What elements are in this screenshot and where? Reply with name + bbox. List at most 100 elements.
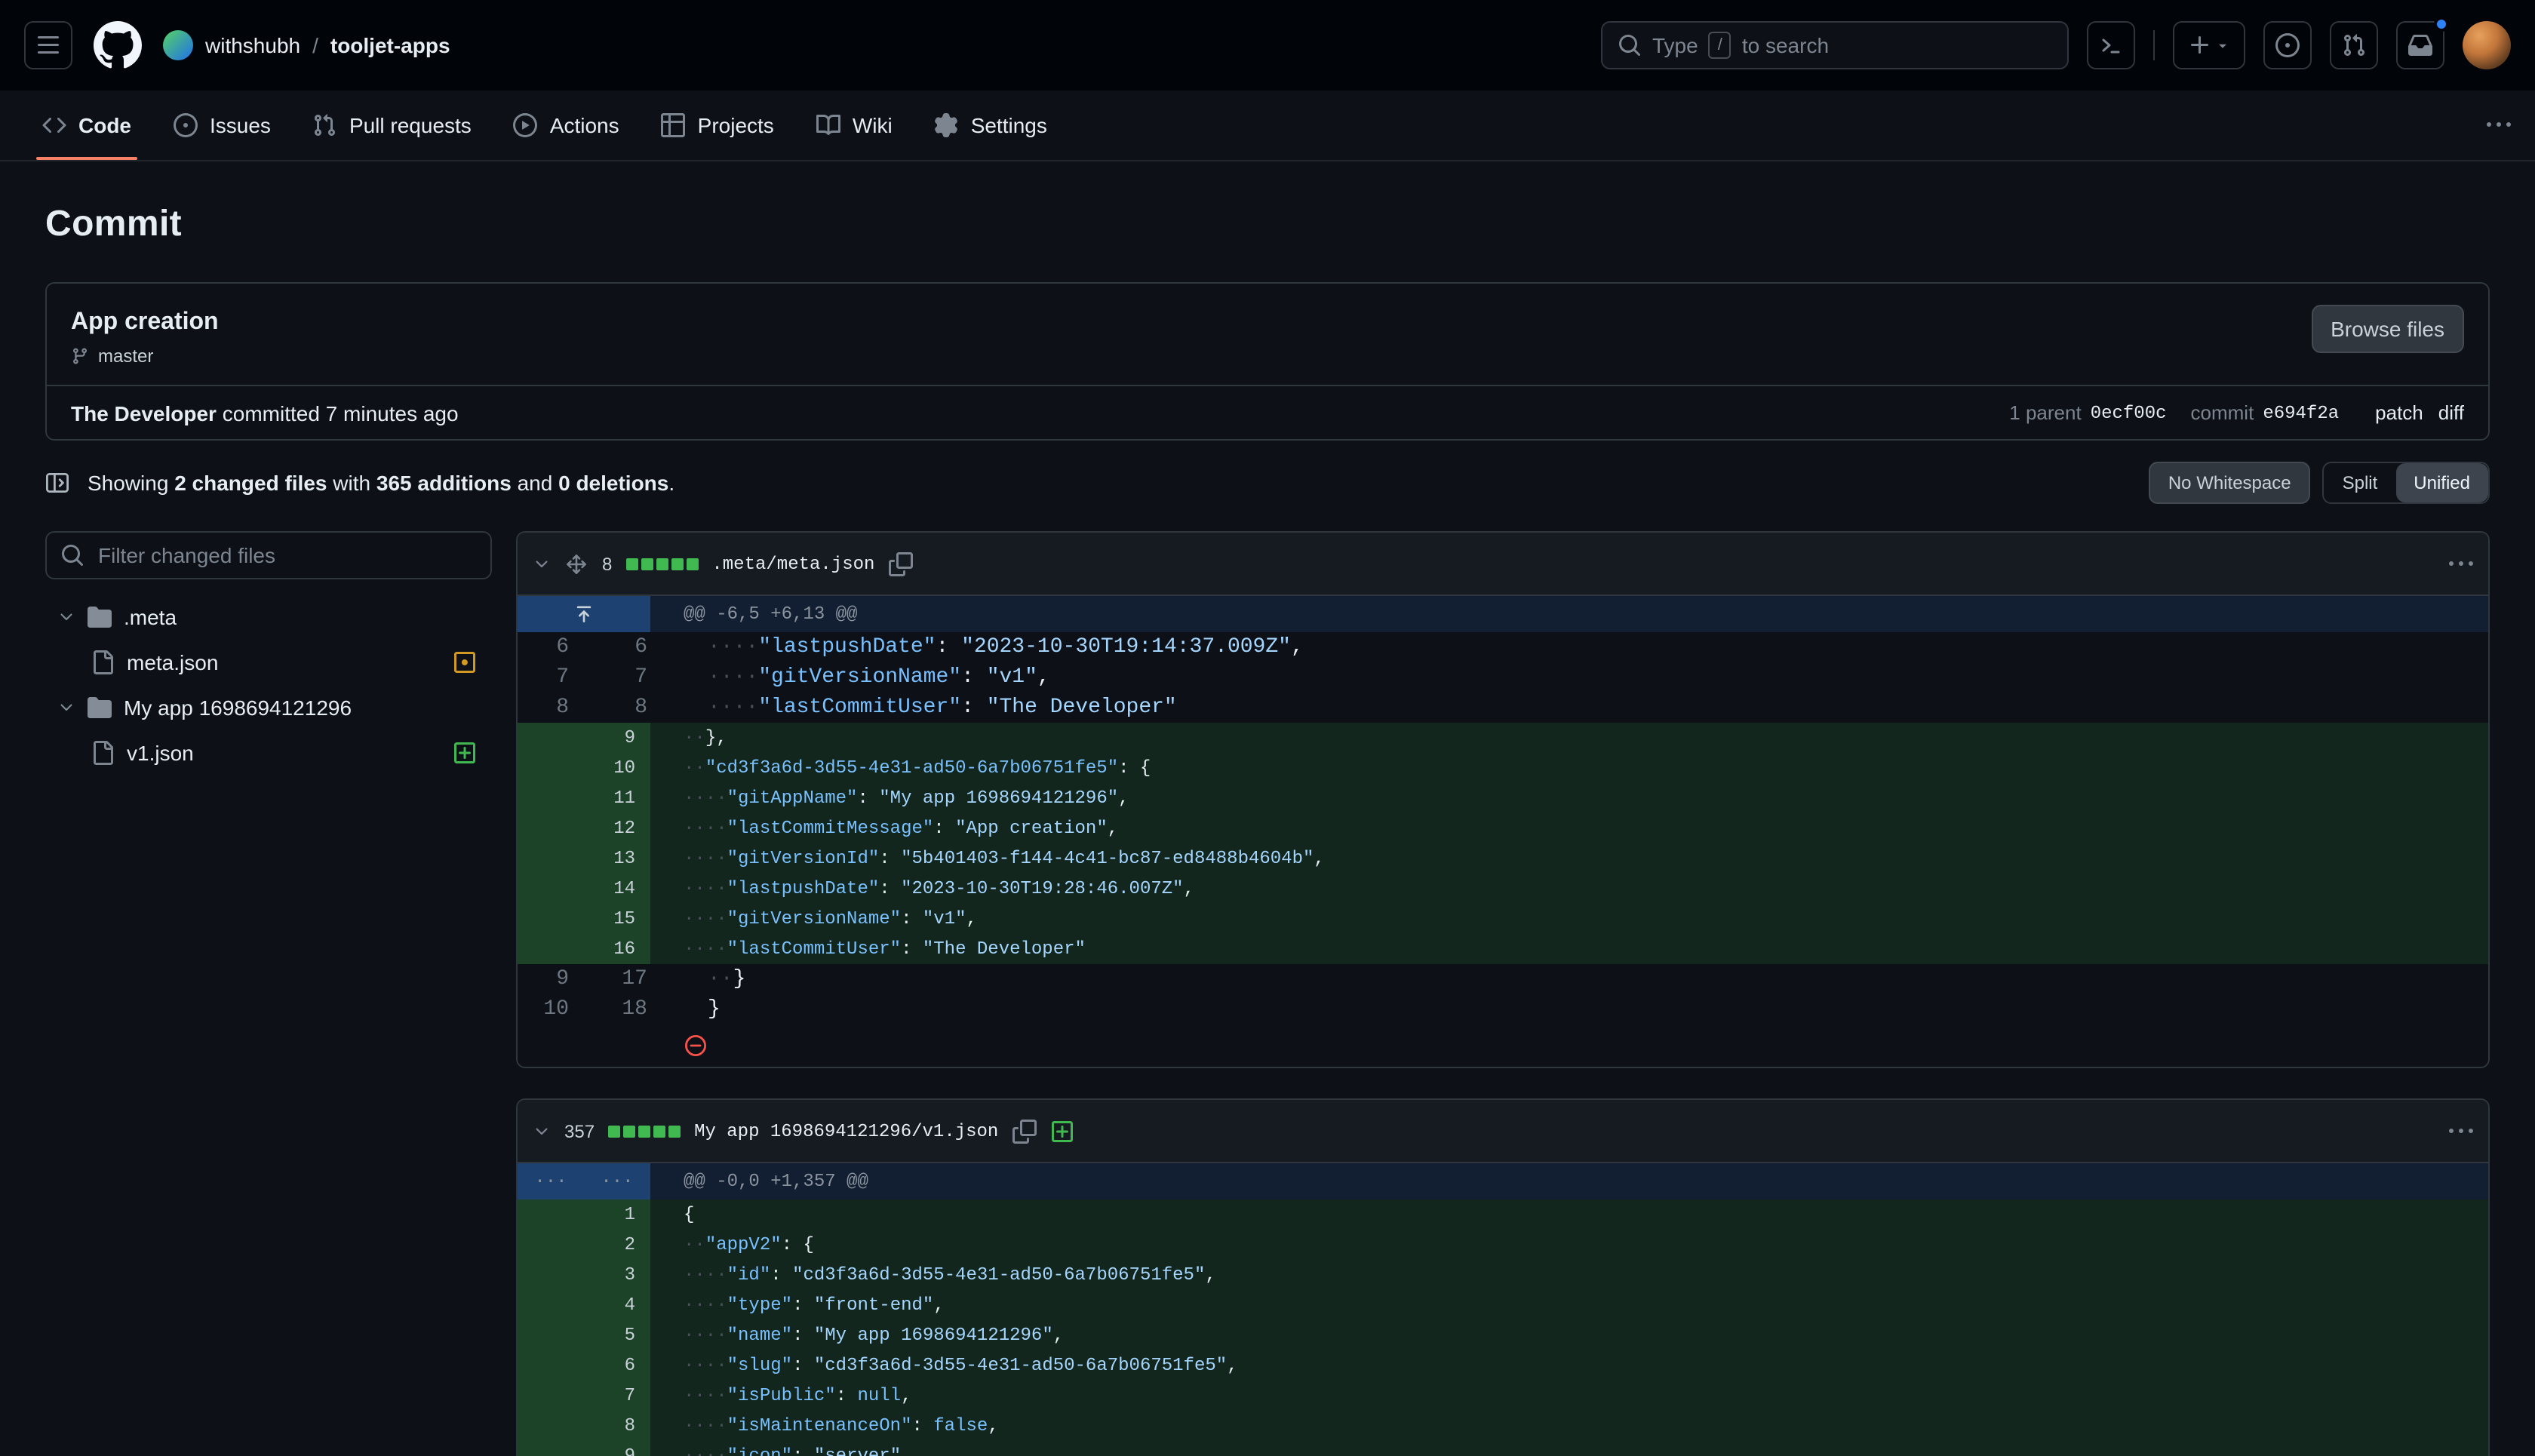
line-number-new[interactable]: 12 <box>584 813 650 843</box>
no-newline-marker <box>650 1024 2488 1067</box>
line-number-new[interactable]: 14 <box>584 874 650 904</box>
code-line: ····"gitVersionId": "5b401403-f144-4c41-… <box>650 843 2488 874</box>
unified-view-segment[interactable]: Unified <box>2395 463 2488 502</box>
command-palette-button[interactable] <box>2087 21 2135 69</box>
pull-requests-button[interactable] <box>2330 21 2378 69</box>
line-number-new[interactable]: 9 <box>584 1441 650 1456</box>
issues-button[interactable] <box>2263 21 2312 69</box>
tab-pull-requests[interactable]: Pull requests <box>295 91 490 160</box>
diff-toolbar: Showing 2 changed files with 365 additio… <box>45 462 2490 504</box>
create-new-button[interactable] <box>2173 21 2245 69</box>
branch-name[interactable]: master <box>98 346 153 367</box>
tab-code[interactable]: Code <box>24 91 149 160</box>
commit-card-top: App creation master Browse files <box>47 284 2488 385</box>
line-number-old[interactable]: 7 <box>518 662 584 693</box>
nav-overflow-kebab-icon[interactable] <box>2487 113 2511 137</box>
filter-changed-files-input[interactable] <box>45 531 492 579</box>
line-number-old[interactable] <box>518 753 584 783</box>
github-commit-page: withshubh / tooljet-apps Type / to searc… <box>0 0 2535 1456</box>
tab-wiki[interactable]: Wiki <box>798 91 911 160</box>
line-number-new[interactable]: 11 <box>584 783 650 813</box>
line-number-old[interactable]: 9 <box>518 964 584 994</box>
line-number-new[interactable]: 5 <box>584 1320 650 1350</box>
line-number-new[interactable]: 3 <box>584 1260 650 1290</box>
line-number-old[interactable] <box>518 1350 584 1381</box>
tree-item-.meta[interactable]: .meta <box>45 594 492 640</box>
line-number-new[interactable]: 18 <box>596 994 662 1024</box>
patch-link[interactable]: patch <box>2375 401 2423 424</box>
line-number-new[interactable]: 4 <box>584 1290 650 1320</box>
line-number-old[interactable] <box>518 874 584 904</box>
line-number-old[interactable]: 10 <box>518 994 584 1024</box>
line-number-old[interactable] <box>518 904 584 934</box>
line-number-new[interactable]: 1 <box>584 1200 650 1230</box>
line-number-old[interactable] <box>518 783 584 813</box>
search-input[interactable]: Type / to search <box>1601 21 2069 69</box>
diff-row-addition: 11····"gitAppName": "My app 169869412129… <box>518 783 2488 813</box>
no-whitespace-button[interactable]: No Whitespace <box>2149 462 2311 504</box>
chevron-down-icon[interactable] <box>533 1122 551 1140</box>
breadcrumb-repo[interactable]: tooljet-apps <box>330 33 450 57</box>
browse-files-button[interactable]: Browse files <box>2311 305 2464 353</box>
split-view-segment[interactable]: Split <box>2325 463 2396 502</box>
line-number-old[interactable] <box>518 1320 584 1350</box>
line-number-new[interactable]: 10 <box>584 753 650 783</box>
breadcrumb-owner[interactable]: withshubh <box>205 33 300 57</box>
line-number-new[interactable]: 16 <box>584 934 650 964</box>
tab-settings[interactable]: Settings <box>917 91 1065 160</box>
copy-icon[interactable] <box>1012 1119 1036 1143</box>
line-number-old[interactable] <box>518 934 584 964</box>
line-number-new[interactable]: 6 <box>584 1350 650 1381</box>
tree-item-my-app-1698694121296[interactable]: My app 1698694121296 <box>45 685 492 730</box>
notifications-button[interactable] <box>2396 21 2444 69</box>
line-number-new[interactable]: 17 <box>596 964 662 994</box>
line-number-old[interactable] <box>518 723 584 753</box>
line-number-new[interactable]: 6 <box>596 632 662 662</box>
line-number-old[interactable] <box>518 813 584 843</box>
line-number-new[interactable]: 15 <box>584 904 650 934</box>
line-number-old[interactable] <box>518 1441 584 1456</box>
git-pull-request-icon <box>313 113 337 137</box>
line-number-old[interactable]: 6 <box>518 632 584 662</box>
main-content: Commit App creation master Browse files … <box>0 161 2535 1456</box>
line-number-new[interactable]: 2 <box>584 1230 650 1260</box>
fold-up-icon <box>573 604 595 625</box>
commit-author[interactable]: The Developer <box>71 401 217 425</box>
diff-link[interactable]: diff <box>2438 401 2464 424</box>
kebab-icon[interactable] <box>2449 1119 2473 1143</box>
summary-mid2: and <box>512 471 558 495</box>
line-number-old[interactable] <box>518 1381 584 1411</box>
line-number-old[interactable] <box>518 1260 584 1290</box>
tab-issues[interactable]: Issues <box>155 91 289 160</box>
line-number-new[interactable]: 9 <box>584 723 650 753</box>
line-number-old[interactable] <box>518 1411 584 1441</box>
line-number-old[interactable] <box>518 1290 584 1320</box>
line-number-old[interactable] <box>518 1200 584 1230</box>
line-number-new[interactable]: 8 <box>584 1411 650 1441</box>
tab-actions[interactable]: Actions <box>496 91 638 160</box>
tab-projects[interactable]: Projects <box>644 91 792 160</box>
line-number-old[interactable] <box>518 843 584 874</box>
folder-icon <box>88 605 112 629</box>
diff-added-icon <box>453 741 477 765</box>
line-number-new[interactable]: 7 <box>584 1381 650 1411</box>
kebab-icon[interactable] <box>2449 551 2473 576</box>
parent-sha-link[interactable]: 0ecf00c <box>2091 402 2167 423</box>
user-avatar[interactable] <box>2463 21 2511 69</box>
drag-handle-icon[interactable] <box>564 551 588 576</box>
copy-icon[interactable] <box>888 551 912 576</box>
line-number-old[interactable]: 8 <box>518 693 584 723</box>
page-title: Commit <box>45 204 2490 246</box>
expand-hunk-button[interactable] <box>518 596 650 632</box>
tree-item-v1.json[interactable]: v1.json <box>45 730 492 776</box>
line-number-old[interactable] <box>518 1230 584 1260</box>
chevron-down-icon[interactable] <box>533 554 551 573</box>
line-number-new[interactable]: 7 <box>596 662 662 693</box>
line-number-new[interactable]: 8 <box>596 693 662 723</box>
issue-opened-icon <box>2275 33 2300 57</box>
tree-item-meta.json[interactable]: meta.json <box>45 640 492 685</box>
github-logo-icon[interactable] <box>94 21 142 69</box>
line-number-new[interactable]: 13 <box>584 843 650 874</box>
file-tree-toggle-icon[interactable] <box>45 471 69 495</box>
hamburger-menu-button[interactable] <box>24 21 72 69</box>
